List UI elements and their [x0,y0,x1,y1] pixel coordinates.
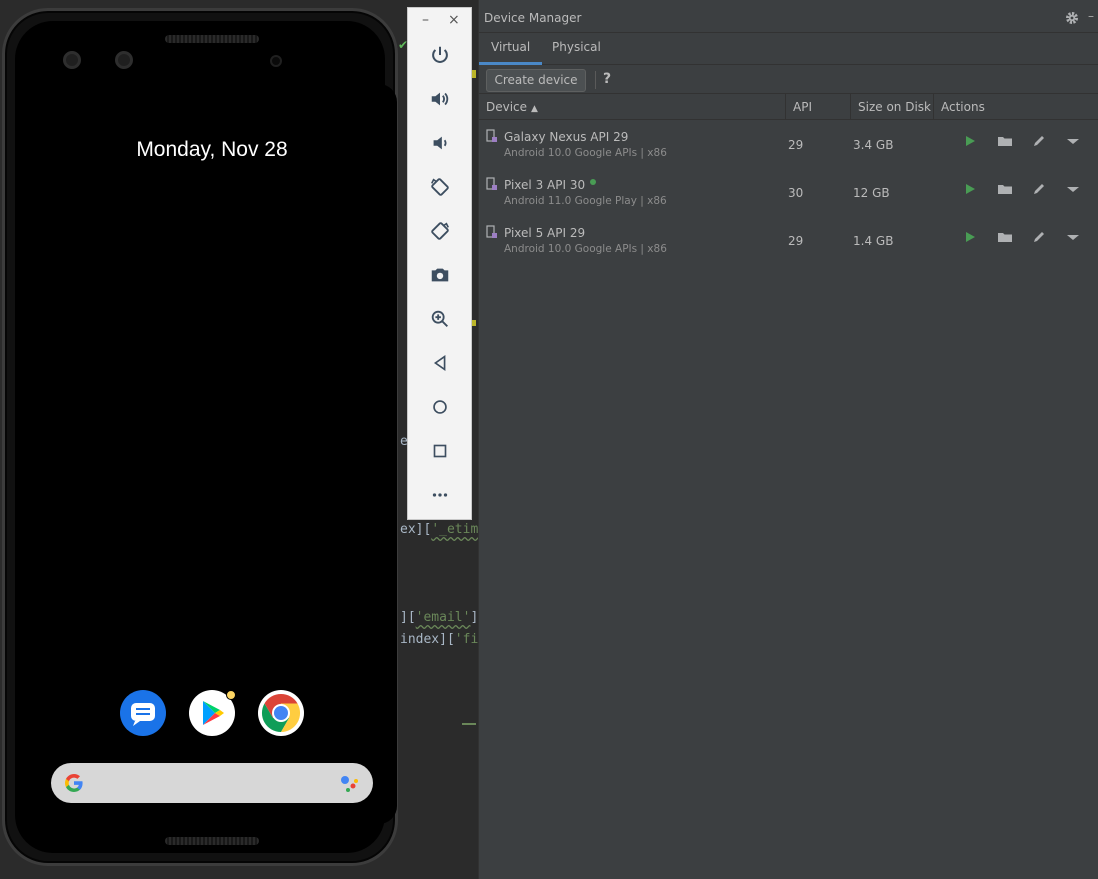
device-size: 1.4 GB [853,234,894,248]
more-dots-icon [432,493,448,497]
chevron-down-icon[interactable] [1065,181,1081,197]
overview-square-icon [433,444,447,458]
emulator-phone: Monday, Nov 28 [2,8,398,866]
folder-icon[interactable] [997,133,1013,149]
editor-marker [472,320,476,326]
device-manager-panel: Device Manager – Virtual Physical Create… [478,0,1098,879]
toolbar-separator [595,71,596,89]
lockscreen-date: Monday, Nov 28 [136,138,288,161]
volume-up-button[interactable] [426,85,454,113]
device-size: 3.4 GB [853,138,894,152]
table-row[interactable]: Pixel 5 API 29 Android 10.0 Google APIs … [479,216,1098,264]
code-line: ex]['_etim [400,522,479,537]
device-tabs: Virtual Physical [479,33,1098,65]
rotate-right-icon [431,222,449,240]
launch-play-icon[interactable] [962,181,978,197]
front-camera [63,51,81,69]
column-header-api[interactable]: API [786,94,851,120]
device-size: 12 GB [853,186,890,200]
power-button[interactable] [426,41,454,69]
table-row[interactable]: Pixel 3 API 30 Android 11.0 Google Play … [479,168,1098,216]
launch-play-icon[interactable] [962,133,978,149]
edit-pencil-icon[interactable] [1031,133,1047,149]
minimize-button[interactable]: – [422,12,429,28]
device-details: Android 10.0 Google APIs | x86 [504,147,667,159]
device-api: 29 [788,138,804,152]
table-header: Device ▲ API Size on Disk Actions [479,94,1098,120]
phone-bezel: Monday, Nov 28 [15,21,397,853]
camera-icon [431,268,449,282]
bottom-speaker [165,837,259,845]
rotate-left-icon [431,178,449,196]
google-g-icon [65,774,83,792]
zoom-in-icon [431,310,448,327]
table-row[interactable]: Galaxy Nexus API 29 Android 10.0 Google … [479,120,1098,168]
power-icon [432,46,448,63]
device-details: Android 11.0 Google Play | x86 [504,195,667,207]
more-button[interactable] [426,481,454,509]
rotate-left-button[interactable] [426,173,454,201]
folder-icon[interactable] [997,181,1013,197]
emulator-toolbar: – × [407,7,472,520]
device-name: Pixel 3 API 30 [504,178,597,192]
device-details: Android 10.0 Google APIs | x86 [504,243,667,255]
launch-play-icon[interactable] [962,229,978,245]
phone-screen[interactable]: Monday, Nov 28 [27,84,397,824]
volume-up-icon [431,92,449,106]
home-circle-icon [433,400,447,414]
proximity-sensor [270,55,282,67]
code-line: ]['email'] [400,610,479,625]
google-search-bar[interactable] [51,763,373,803]
gear-icon[interactable] [1064,10,1080,26]
screenshot-button[interactable] [426,261,454,289]
zoom-button[interactable] [426,305,454,333]
edit-pencil-icon[interactable] [1031,229,1047,245]
virtual-device-icon [486,177,497,190]
volume-down-button[interactable] [426,129,454,157]
tab-virtual[interactable]: Virtual [479,40,543,65]
device-api: 30 [788,186,804,200]
hide-panel-button[interactable]: – [1088,9,1094,23]
volume-down-icon [433,136,447,150]
close-button[interactable]: × [448,12,460,28]
back-triangle-icon [433,354,446,372]
folder-icon[interactable] [997,229,1013,245]
front-camera [115,51,133,69]
create-device-button[interactable]: Create device [486,69,586,92]
panel-header: Device Manager – [479,0,1098,33]
online-status-dot [590,179,597,185]
sort-ascending-icon: ▲ [531,104,538,114]
virtual-device-icon [486,129,497,142]
column-header-size[interactable]: Size on Disk [851,94,934,120]
panel-title: Device Manager [484,11,582,25]
virtual-device-icon [486,225,497,238]
actions-toolbar: Create device ? [479,65,1098,94]
rotate-right-button[interactable] [426,217,454,245]
chrome-app-icon[interactable] [258,690,304,736]
editor-marker [472,70,476,78]
assistant-icon[interactable] [339,773,361,795]
overview-button[interactable] [426,437,454,465]
notification-badge [226,690,236,700]
column-header-device[interactable]: Device ▲ [479,94,786,120]
device-name: Galaxy Nexus API 29 [504,130,629,144]
device-name: Pixel 5 API 29 [504,226,586,240]
chevron-down-icon[interactable] [1065,229,1081,245]
edit-pencil-icon[interactable] [1031,181,1047,197]
help-button[interactable]: ? [603,71,611,87]
column-header-actions: Actions [941,100,985,114]
device-api: 29 [788,234,804,248]
back-button[interactable] [426,349,454,377]
chevron-down-icon[interactable] [1065,133,1081,149]
home-button[interactable] [426,393,454,421]
tab-physical[interactable]: Physical [540,40,613,65]
top-speaker [165,35,259,43]
editor-marker [462,723,476,725]
messages-app-icon[interactable] [120,690,166,736]
code-line: index]['fi [400,632,479,647]
